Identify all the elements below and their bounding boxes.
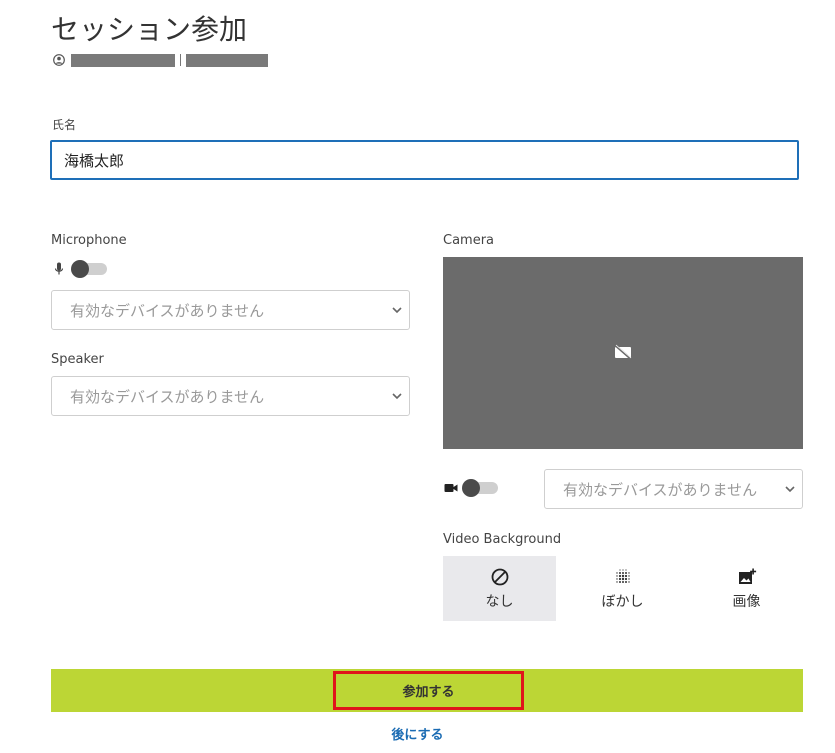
camera-preview — [443, 257, 803, 449]
later-link[interactable]: 後にする — [391, 728, 443, 743]
chevron-down-icon — [392, 307, 402, 314]
add-image-icon — [738, 568, 756, 584]
no-background-icon — [491, 568, 508, 585]
name-input[interactable] — [50, 140, 799, 180]
user-circle-icon — [53, 54, 65, 66]
background-option-none[interactable]: なし — [443, 556, 556, 621]
background-option-label: なし — [485, 593, 514, 610]
microphone-label: Microphone — [51, 233, 127, 248]
speaker-label: Speaker — [51, 352, 104, 367]
camera-off-icon — [614, 344, 632, 360]
name-label: 氏名 — [52, 118, 77, 132]
select-value: 有効なデバイスがありません — [563, 480, 758, 499]
select-value: 有効なデバイスがありません — [70, 301, 265, 320]
join-button[interactable]: 参加する — [333, 671, 524, 710]
redacted-text — [71, 53, 175, 67]
divider — [180, 54, 181, 66]
video-background-label: Video Background — [443, 532, 562, 547]
background-option-label: ぼかし — [601, 593, 644, 610]
page-title: セッション参加 — [51, 13, 248, 46]
speaker-device-select[interactable]: 有効なデバイスがありません — [51, 376, 410, 416]
microphone-icon — [54, 262, 64, 275]
chevron-down-icon — [392, 393, 402, 400]
redacted-text — [186, 53, 268, 67]
later-link-row: 後にする — [0, 724, 835, 743]
video-camera-icon — [444, 484, 458, 492]
select-value: 有効なデバイスがありません — [70, 387, 265, 406]
toggle-knob — [71, 260, 89, 278]
background-option-label: 画像 — [732, 593, 761, 610]
camera-toggle[interactable] — [462, 479, 500, 497]
camera-device-select[interactable]: 有効なデバイスがありません — [544, 469, 803, 509]
camera-label: Camera — [443, 233, 495, 248]
chevron-down-icon — [785, 486, 795, 493]
background-option-blur[interactable]: ぼかし — [566, 556, 679, 621]
background-option-image[interactable]: 画像 — [690, 556, 803, 621]
blur-icon — [615, 568, 630, 583]
microphone-device-select[interactable]: 有効なデバイスがありません — [51, 290, 410, 330]
session-host-info — [53, 52, 268, 68]
toggle-knob — [462, 479, 480, 497]
microphone-toggle[interactable] — [71, 260, 109, 278]
